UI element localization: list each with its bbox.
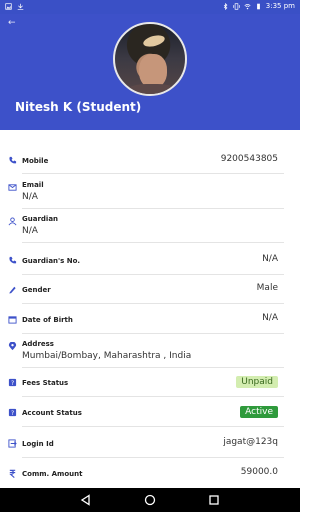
image-icon — [5, 3, 12, 10]
field-label: Mobile — [22, 157, 49, 165]
field-label: Guardian — [22, 215, 59, 223]
svg-text:?: ? — [11, 380, 14, 387]
recents-icon[interactable] — [208, 494, 220, 506]
help-icon: ? — [8, 408, 17, 417]
field-value: N/A — [22, 192, 38, 202]
field-value: N/A — [262, 254, 278, 264]
field-value: 59000.0 — [240, 467, 278, 477]
wifi-icon — [244, 3, 251, 9]
field-label: Email — [22, 181, 44, 189]
calendar-icon — [8, 316, 17, 324]
person-icon — [8, 217, 17, 226]
back-arrow-icon[interactable]: ← — [8, 18, 16, 28]
field-label: Guardian's No. — [22, 257, 81, 265]
field-value: N/A — [22, 226, 38, 236]
status-bar: 3:35 pm — [0, 0, 300, 14]
field-value: Male — [256, 283, 278, 293]
help-icon: ? — [8, 378, 17, 387]
battery-icon — [256, 3, 260, 9]
phone-icon — [9, 156, 17, 164]
field-label: Address — [22, 340, 54, 348]
bluetooth-icon — [223, 2, 228, 10]
field-label: Date of Birth — [22, 316, 73, 324]
field-label: Fees Status — [22, 379, 69, 387]
field-value: N/A — [262, 313, 278, 323]
svg-text:?: ? — [11, 410, 14, 417]
phone-icon — [9, 256, 17, 264]
location-icon — [8, 342, 17, 351]
vibrate-icon — [233, 2, 240, 10]
home-icon[interactable] — [144, 494, 156, 506]
rupee-icon — [9, 469, 16, 478]
field-value: 9200543805 — [220, 154, 278, 164]
avatar — [113, 22, 187, 96]
system-nav-bar — [0, 488, 300, 512]
field-value: jagat@123q — [223, 437, 278, 447]
fees-status-badge: Unpaid — [236, 376, 278, 388]
field-label: Gender — [22, 286, 51, 294]
field-value: Mumbai/Bombay, Maharashtra , India — [22, 351, 192, 361]
download-icon — [17, 3, 24, 10]
field-label: Account Status — [22, 409, 82, 417]
profile-header: ← Nitesh K (Student) — [0, 14, 300, 130]
account-status-badge: Active — [240, 406, 278, 418]
back-icon[interactable] — [80, 494, 92, 506]
pen-icon — [9, 286, 16, 294]
profile-name: Nitesh K (Student) — [15, 100, 142, 114]
status-time: 3:35 pm — [265, 2, 295, 10]
mail-icon — [8, 184, 17, 191]
field-label: Login Id — [22, 440, 54, 448]
field-label: Comm. Amount — [22, 470, 83, 478]
login-icon — [8, 439, 17, 448]
